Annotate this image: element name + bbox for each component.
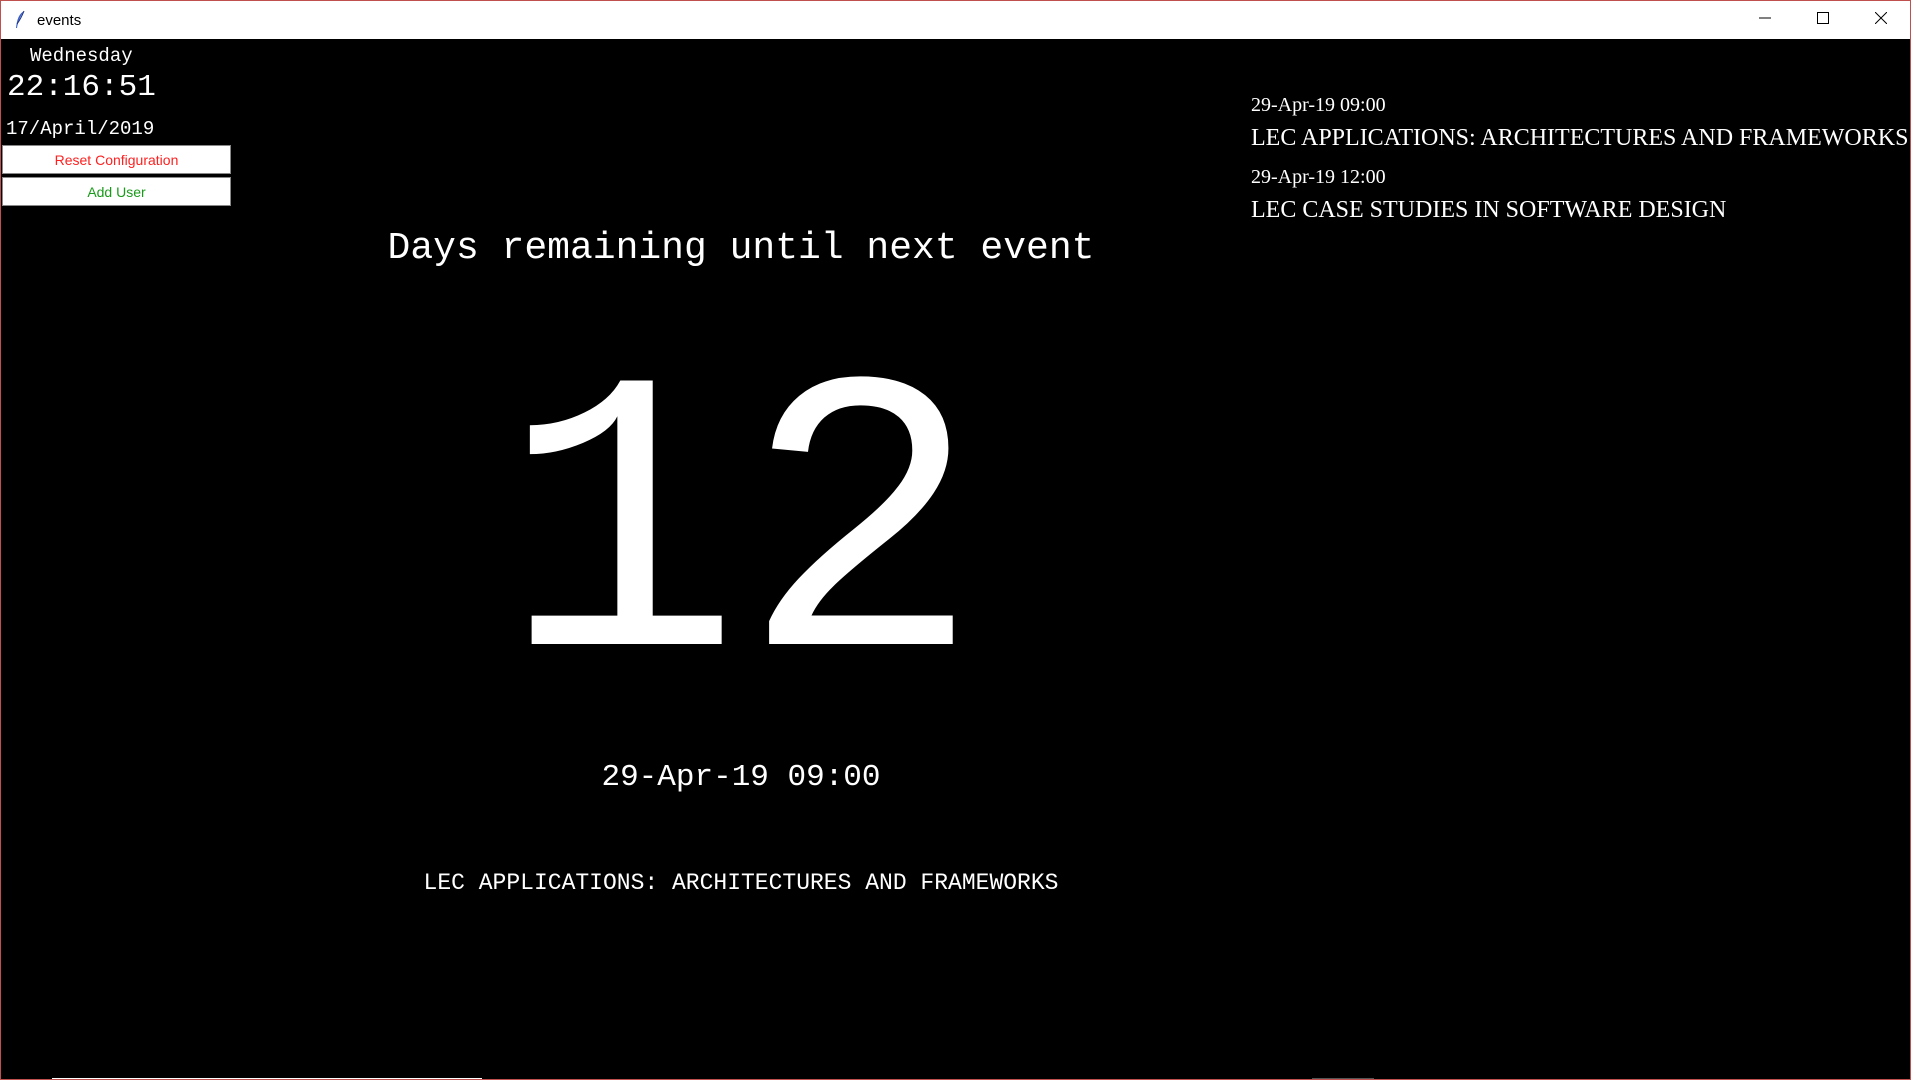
next-event-date: 29-Apr-19 09:00 [601, 760, 881, 795]
reset-configuration-button[interactable]: Reset Configuration [2, 145, 231, 174]
event-item: 29-Apr-19 09:00 LEC APPLICATIONS: ARCHIT… [1251, 91, 1910, 157]
maximize-button[interactable] [1794, 1, 1852, 39]
current-date: 17/April/2019 [6, 118, 155, 140]
app-window: events Wednesday 22:16:51 17/April/2019 [0, 0, 1911, 1080]
maximize-icon [1817, 11, 1829, 29]
feather-icon [13, 10, 27, 30]
close-icon [1874, 11, 1888, 29]
main-content: Wednesday 22:16:51 17/April/2019 Reset C… [1, 39, 1910, 1079]
title-bar[interactable]: events [1, 1, 1910, 39]
event-date: 29-Apr-19 12:00 [1251, 166, 1386, 188]
upcoming-events-list: 29-Apr-19 09:00 LEC APPLICATIONS: ARCHIT… [1251, 91, 1910, 235]
close-button[interactable] [1852, 1, 1910, 39]
event-date: 29-Apr-19 09:00 [1251, 94, 1386, 116]
clock-time: 22:16:51 [7, 70, 156, 105]
event-name: LEC CASE STUDIES IN SOFTWARE DESIGN [1251, 197, 1727, 223]
minimize-button[interactable] [1736, 1, 1794, 39]
event-item: 29-Apr-19 12:00 LEC CASE STUDIES IN SOFT… [1251, 163, 1910, 229]
days-remaining-number: 12 [500, 312, 982, 765]
window-controls [1736, 1, 1910, 39]
minimize-icon [1759, 11, 1771, 29]
weekday-label: Wednesday [30, 45, 133, 67]
event-name: LEC APPLICATIONS: ARCHITECTURES AND FRAM… [1251, 125, 1909, 151]
next-event-name: LEC APPLICATIONS: ARCHITECTURES AND FRAM… [423, 870, 1059, 896]
window-title: events [37, 11, 82, 29]
add-user-button[interactable]: Add User [2, 177, 231, 206]
